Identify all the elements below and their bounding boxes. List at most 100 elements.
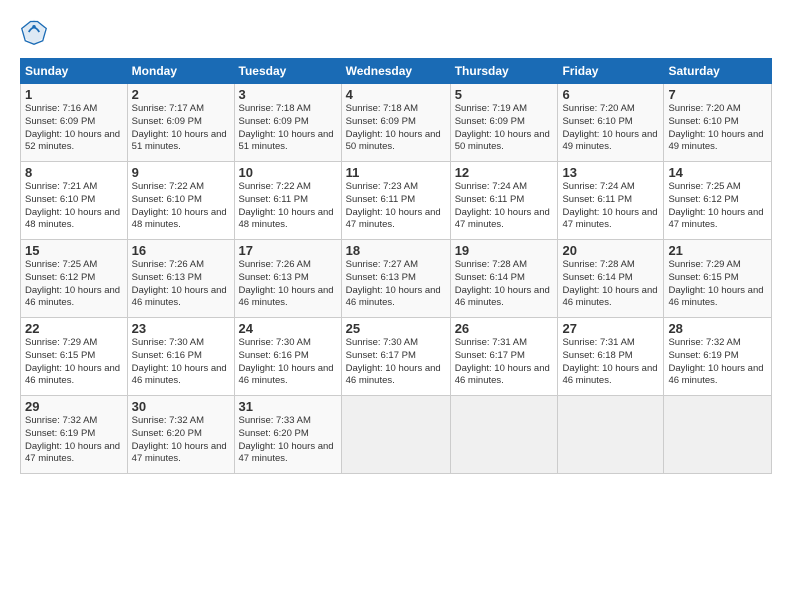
week-row-3: 15Sunrise: 7:25 AMSunset: 6:12 PMDayligh… [21,240,772,318]
day-cell: 14Sunrise: 7:25 AMSunset: 6:12 PMDayligh… [664,162,772,240]
calendar-table: SundayMondayTuesdayWednesdayThursdayFrid… [20,58,772,474]
day-info: Sunrise: 7:17 AMSunset: 6:09 PMDaylight:… [132,103,230,154]
day-cell: 29Sunrise: 7:32 AMSunset: 6:19 PMDayligh… [21,396,128,474]
day-number: 17 [239,243,337,258]
day-cell [558,396,664,474]
day-info: Sunrise: 7:25 AMSunset: 6:12 PMDaylight:… [668,181,767,232]
col-header-tuesday: Tuesday [234,59,341,84]
day-info: Sunrise: 7:28 AMSunset: 6:14 PMDaylight:… [455,259,554,310]
day-info: Sunrise: 7:32 AMSunset: 6:19 PMDaylight:… [25,415,123,466]
day-cell: 16Sunrise: 7:26 AMSunset: 6:13 PMDayligh… [127,240,234,318]
day-cell: 15Sunrise: 7:25 AMSunset: 6:12 PMDayligh… [21,240,128,318]
day-cell: 31Sunrise: 7:33 AMSunset: 6:20 PMDayligh… [234,396,341,474]
col-header-friday: Friday [558,59,664,84]
day-info: Sunrise: 7:32 AMSunset: 6:20 PMDaylight:… [132,415,230,466]
day-cell: 30Sunrise: 7:32 AMSunset: 6:20 PMDayligh… [127,396,234,474]
day-number: 16 [132,243,230,258]
day-number: 29 [25,399,123,414]
day-number: 1 [25,87,123,102]
day-cell: 5Sunrise: 7:19 AMSunset: 6:09 PMDaylight… [450,84,558,162]
day-cell: 6Sunrise: 7:20 AMSunset: 6:10 PMDaylight… [558,84,664,162]
day-cell: 23Sunrise: 7:30 AMSunset: 6:16 PMDayligh… [127,318,234,396]
day-cell: 25Sunrise: 7:30 AMSunset: 6:17 PMDayligh… [341,318,450,396]
day-number: 8 [25,165,123,180]
day-cell: 12Sunrise: 7:24 AMSunset: 6:11 PMDayligh… [450,162,558,240]
day-info: Sunrise: 7:18 AMSunset: 6:09 PMDaylight:… [239,103,337,154]
week-row-2: 8Sunrise: 7:21 AMSunset: 6:10 PMDaylight… [21,162,772,240]
day-info: Sunrise: 7:28 AMSunset: 6:14 PMDaylight:… [562,259,659,310]
day-info: Sunrise: 7:19 AMSunset: 6:09 PMDaylight:… [455,103,554,154]
day-number: 13 [562,165,659,180]
day-cell: 11Sunrise: 7:23 AMSunset: 6:11 PMDayligh… [341,162,450,240]
day-cell: 3Sunrise: 7:18 AMSunset: 6:09 PMDaylight… [234,84,341,162]
day-info: Sunrise: 7:27 AMSunset: 6:13 PMDaylight:… [346,259,446,310]
day-info: Sunrise: 7:30 AMSunset: 6:16 PMDaylight:… [239,337,337,388]
day-number: 15 [25,243,123,258]
day-number: 30 [132,399,230,414]
day-number: 12 [455,165,554,180]
day-info: Sunrise: 7:16 AMSunset: 6:09 PMDaylight:… [25,103,123,154]
day-number: 4 [346,87,446,102]
day-number: 20 [562,243,659,258]
day-number: 19 [455,243,554,258]
day-number: 11 [346,165,446,180]
day-number: 27 [562,321,659,336]
day-cell: 10Sunrise: 7:22 AMSunset: 6:11 PMDayligh… [234,162,341,240]
day-info: Sunrise: 7:26 AMSunset: 6:13 PMDaylight:… [132,259,230,310]
col-header-wednesday: Wednesday [341,59,450,84]
col-header-monday: Monday [127,59,234,84]
day-number: 28 [668,321,767,336]
day-cell: 7Sunrise: 7:20 AMSunset: 6:10 PMDaylight… [664,84,772,162]
day-info: Sunrise: 7:23 AMSunset: 6:11 PMDaylight:… [346,181,446,232]
day-cell: 18Sunrise: 7:27 AMSunset: 6:13 PMDayligh… [341,240,450,318]
day-cell: 22Sunrise: 7:29 AMSunset: 6:15 PMDayligh… [21,318,128,396]
week-row-4: 22Sunrise: 7:29 AMSunset: 6:15 PMDayligh… [21,318,772,396]
day-cell: 2Sunrise: 7:17 AMSunset: 6:09 PMDaylight… [127,84,234,162]
day-cell [664,396,772,474]
day-info: Sunrise: 7:32 AMSunset: 6:19 PMDaylight:… [668,337,767,388]
day-number: 7 [668,87,767,102]
day-cell: 9Sunrise: 7:22 AMSunset: 6:10 PMDaylight… [127,162,234,240]
col-header-thursday: Thursday [450,59,558,84]
day-info: Sunrise: 7:25 AMSunset: 6:12 PMDaylight:… [25,259,123,310]
day-number: 25 [346,321,446,336]
day-number: 14 [668,165,767,180]
day-number: 23 [132,321,230,336]
day-number: 10 [239,165,337,180]
week-row-5: 29Sunrise: 7:32 AMSunset: 6:19 PMDayligh… [21,396,772,474]
day-cell [450,396,558,474]
day-cell: 21Sunrise: 7:29 AMSunset: 6:15 PMDayligh… [664,240,772,318]
logo [20,18,52,46]
day-number: 9 [132,165,230,180]
day-info: Sunrise: 7:22 AMSunset: 6:11 PMDaylight:… [239,181,337,232]
day-number: 5 [455,87,554,102]
day-info: Sunrise: 7:24 AMSunset: 6:11 PMDaylight:… [562,181,659,232]
day-cell: 13Sunrise: 7:24 AMSunset: 6:11 PMDayligh… [558,162,664,240]
col-header-saturday: Saturday [664,59,772,84]
day-info: Sunrise: 7:31 AMSunset: 6:18 PMDaylight:… [562,337,659,388]
day-cell [341,396,450,474]
day-cell: 17Sunrise: 7:26 AMSunset: 6:13 PMDayligh… [234,240,341,318]
day-info: Sunrise: 7:18 AMSunset: 6:09 PMDaylight:… [346,103,446,154]
calendar-page: SundayMondayTuesdayWednesdayThursdayFrid… [0,0,792,484]
day-cell: 28Sunrise: 7:32 AMSunset: 6:19 PMDayligh… [664,318,772,396]
day-info: Sunrise: 7:21 AMSunset: 6:10 PMDaylight:… [25,181,123,232]
day-info: Sunrise: 7:20 AMSunset: 6:10 PMDaylight:… [668,103,767,154]
day-info: Sunrise: 7:29 AMSunset: 6:15 PMDaylight:… [25,337,123,388]
day-info: Sunrise: 7:30 AMSunset: 6:16 PMDaylight:… [132,337,230,388]
header [20,18,772,46]
week-row-1: 1Sunrise: 7:16 AMSunset: 6:09 PMDaylight… [21,84,772,162]
day-number: 2 [132,87,230,102]
day-cell: 20Sunrise: 7:28 AMSunset: 6:14 PMDayligh… [558,240,664,318]
day-info: Sunrise: 7:22 AMSunset: 6:10 PMDaylight:… [132,181,230,232]
day-number: 22 [25,321,123,336]
day-number: 26 [455,321,554,336]
day-cell: 1Sunrise: 7:16 AMSunset: 6:09 PMDaylight… [21,84,128,162]
day-cell: 27Sunrise: 7:31 AMSunset: 6:18 PMDayligh… [558,318,664,396]
day-cell: 8Sunrise: 7:21 AMSunset: 6:10 PMDaylight… [21,162,128,240]
day-info: Sunrise: 7:33 AMSunset: 6:20 PMDaylight:… [239,415,337,466]
day-info: Sunrise: 7:20 AMSunset: 6:10 PMDaylight:… [562,103,659,154]
day-cell: 19Sunrise: 7:28 AMSunset: 6:14 PMDayligh… [450,240,558,318]
day-cell: 4Sunrise: 7:18 AMSunset: 6:09 PMDaylight… [341,84,450,162]
col-header-sunday: Sunday [21,59,128,84]
